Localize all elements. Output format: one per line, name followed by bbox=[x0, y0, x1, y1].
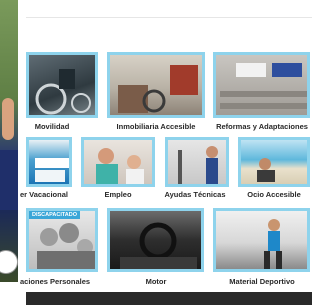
tile-label: Inmobiliaria Accesible bbox=[116, 122, 196, 131]
tile-movilidad[interactable] bbox=[26, 52, 98, 118]
tile-label: Ocio Accesible bbox=[247, 190, 301, 199]
tile-label: aciones Personales bbox=[20, 277, 91, 286]
category-badge: DISCAPACITADO bbox=[29, 211, 81, 219]
tile-label: Material Deportivo bbox=[229, 277, 295, 286]
technical-aid-photo-icon bbox=[168, 140, 226, 184]
tile-label: Movilidad bbox=[34, 122, 70, 131]
tile-reformas-adaptaciones[interactable] bbox=[213, 52, 310, 118]
header-divider bbox=[26, 17, 312, 18]
tile-label: Reformas y Adaptaciones bbox=[216, 122, 308, 131]
construction-photo-icon bbox=[216, 55, 307, 115]
tile-ocio-accesible[interactable] bbox=[238, 137, 310, 187]
tile-label: Motor bbox=[145, 277, 167, 286]
sports-photo-icon bbox=[216, 211, 307, 269]
tile-empleo[interactable] bbox=[81, 137, 155, 187]
vacation-photo-icon bbox=[29, 140, 69, 184]
wheelchair-photo-icon bbox=[29, 55, 95, 115]
tile-ayudas-tecnicas[interactable] bbox=[165, 137, 229, 187]
tile-material-deportivo[interactable] bbox=[213, 208, 310, 272]
tile-relaciones-personales[interactable]: DISCAPACITADO bbox=[26, 208, 98, 272]
family-photo-icon bbox=[29, 211, 95, 269]
car-interior-photo-icon bbox=[110, 211, 201, 269]
side-photo-athlete bbox=[0, 0, 18, 282]
tile-vacacional[interactable] bbox=[26, 137, 72, 187]
tile-inmobiliaria-accesible[interactable] bbox=[107, 52, 205, 118]
employment-photo-icon bbox=[84, 140, 152, 184]
house-photo-icon bbox=[110, 55, 202, 115]
leisure-photo-icon bbox=[241, 140, 307, 184]
tile-motor[interactable] bbox=[107, 208, 204, 272]
footer-bar bbox=[26, 292, 312, 305]
